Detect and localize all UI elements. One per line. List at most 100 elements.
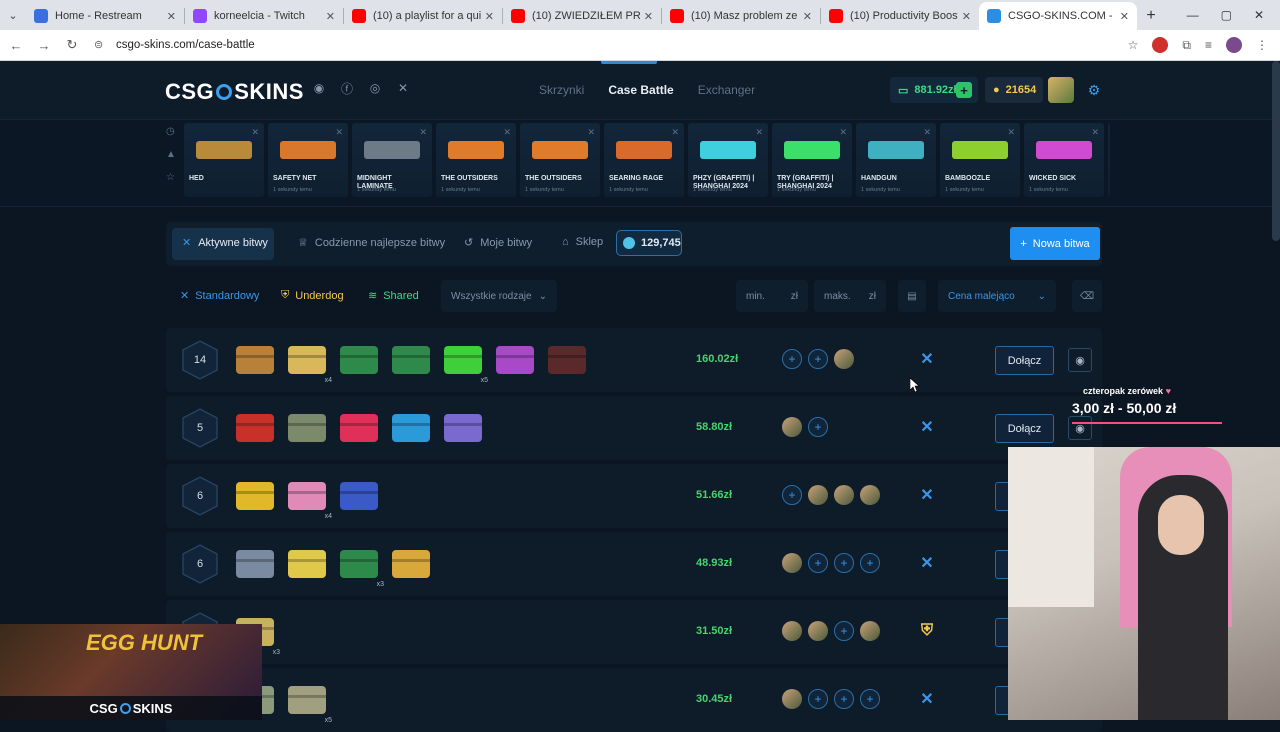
drop-card[interactable]: ✕ THE OUTSIDERS 1 sekundy temu — [520, 123, 600, 197]
close-tab-icon[interactable]: ✕ — [1120, 10, 1129, 23]
join-button[interactable]: Dołącz — [995, 346, 1054, 375]
coin-balance[interactable]: ● 21654 — [985, 77, 1043, 103]
tab-daily-best[interactable]: ♕ Codzienne najlepsze bitwy — [298, 236, 445, 250]
extension-icon[interactable] — [1152, 37, 1169, 53]
menu-dots-icon[interactable]: ⋮ — [1256, 38, 1268, 52]
facebook-icon[interactable]: ⓕ — [340, 81, 354, 96]
calendar-icon: ▤ — [907, 290, 917, 302]
filter-shared[interactable]: ≋ Shared — [368, 289, 419, 303]
filter-underdog[interactable]: ⛨ Underdog — [281, 289, 344, 302]
goal-progress-bar — [1072, 422, 1222, 424]
swords-icon: ✕ — [419, 127, 427, 137]
wallet-balance[interactable]: ▭ 881.92zł + — [890, 77, 978, 103]
join-slot-button[interactable]: + — [808, 553, 828, 573]
browser-tab[interactable]: (10) a playlist for a quiet m ✕ — [344, 2, 502, 30]
nav-case-battle[interactable]: Case Battle — [596, 83, 685, 97]
user-avatar[interactable] — [1048, 77, 1074, 103]
tab-shop[interactable]: ⌂ Sklep — [562, 236, 603, 248]
case-icon — [338, 410, 382, 446]
bookmark-star-icon[interactable]: ☆ — [1128, 38, 1139, 52]
discord-icon[interactable]: ◉ — [312, 81, 326, 95]
close-tab-icon[interactable]: ✕ — [167, 10, 176, 23]
join-slot-button[interactable]: + — [808, 349, 828, 369]
close-tab-icon[interactable]: ✕ — [803, 10, 812, 23]
profile-avatar[interactable] — [1226, 37, 1242, 53]
browser-tab[interactable]: Home - Restream ✕ — [26, 2, 184, 30]
drop-time: 1 sekundy temu — [945, 187, 984, 193]
tab-list-icon[interactable]: ⌄ — [0, 0, 26, 30]
filter-standard[interactable]: ✕ Standardowy — [180, 289, 259, 303]
forward-icon[interactable]: → — [32, 38, 56, 53]
browser-tab[interactable]: korneelcia - Twitch ✕ — [185, 2, 343, 30]
minimize-icon[interactable]: — — [1187, 8, 1199, 22]
drop-card[interactable]: ✕ MIDNIGHT LAMINATE 1 sekundy temu — [352, 123, 432, 197]
join-slot-button[interactable]: + — [834, 553, 854, 573]
case-icon — [390, 342, 434, 378]
puzzle-icon[interactable]: ⧉ — [1182, 38, 1191, 53]
drop-time: 1 sekundy temu — [777, 187, 816, 193]
drop-card[interactable]: ✕ ATHERIS 1 sekundy temu — [1108, 123, 1110, 197]
new-battle-button[interactable]: + Nowa bitwa — [1010, 227, 1100, 260]
egg-hunt-overlay: EGG HUNT CSG SKINS — [0, 624, 262, 720]
join-slot-button[interactable]: + — [834, 621, 854, 641]
instagram-icon[interactable]: ◎ — [368, 81, 382, 95]
drop-card[interactable]: ✕ THE OUTSIDERS 1 sekundy temu — [436, 123, 516, 197]
calendar-button[interactable]: ▤ — [898, 280, 926, 312]
close-tab-icon[interactable]: ✕ — [326, 10, 335, 23]
back-icon[interactable]: ← — [4, 38, 28, 53]
join-slot-button[interactable]: + — [782, 349, 802, 369]
nav-skrzynki[interactable]: Skrzynki — [527, 83, 596, 97]
site-info-icon[interactable]: ⊜ — [94, 38, 108, 52]
clock-icon[interactable]: ◷ — [166, 126, 180, 137]
drop-card[interactable]: ✕ SAFETY NET 1 sekundy temu — [268, 123, 348, 197]
join-slot-button[interactable]: + — [808, 417, 828, 437]
join-slot-button[interactable]: + — [808, 689, 828, 709]
drop-card[interactable]: ✕ WICKED SICK 1 sekundy temu — [1024, 123, 1104, 197]
gear-icon[interactable]: ⚙ — [1085, 81, 1103, 99]
sort-select[interactable]: Cena malejąco ⌄ — [938, 280, 1056, 312]
x-icon[interactable]: ✕ — [396, 81, 410, 95]
join-slot-button[interactable]: + — [834, 689, 854, 709]
logo-text-right: SKINS — [234, 79, 304, 104]
reload-icon[interactable]: ↻ — [60, 37, 84, 53]
close-tab-icon[interactable]: ✕ — [644, 10, 653, 23]
drop-card[interactable]: ✕ SEARING RAGE 1 sekundy temu — [604, 123, 684, 197]
browser-tab[interactable]: CSGO-SKINS.COM - Najlepsze ✕ — [979, 2, 1137, 30]
drop-card[interactable]: ✕ TRY (GRAFFITI) | SHANGHAI 2024 1 sekun… — [772, 123, 852, 197]
close-window-icon[interactable]: ✕ — [1254, 8, 1264, 22]
deposit-button[interactable]: + — [956, 82, 972, 98]
drops-list: ✕ HED ✕ SAFETY NET 1 sekundy temu ✕ MIDNI… — [184, 123, 1110, 197]
new-tab-button[interactable]: + — [1137, 2, 1165, 30]
join-slot-button[interactable]: + — [860, 553, 880, 573]
max-price-input[interactable]: maks. zł — [814, 280, 886, 312]
queue-icon[interactable]: ≡ — [1205, 38, 1212, 52]
join-slot-button[interactable]: + — [782, 485, 802, 505]
maximize-icon[interactable]: ▢ — [1221, 8, 1232, 22]
type-select[interactable]: Wszystkie rodzaje ⌄ — [441, 280, 557, 312]
gem-balance[interactable]: 129,745 — [616, 230, 682, 256]
browser-tab[interactable]: (10) Productivity Boost __ Lofi ✕ — [821, 2, 979, 30]
drop-card[interactable]: ✕ BAMBOOZLE 1 sekundy temu — [940, 123, 1020, 197]
join-button[interactable]: Dołącz — [995, 414, 1054, 443]
nav-exchanger[interactable]: Exchanger — [686, 83, 767, 97]
player-avatar — [834, 349, 854, 369]
tab-active-battles[interactable]: ✕ Aktywne bitwy — [182, 236, 268, 250]
eye-icon[interactable]: ◉ — [1068, 348, 1092, 372]
close-tab-icon[interactable]: ✕ — [962, 10, 971, 23]
close-tab-icon[interactable]: ✕ — [485, 10, 494, 23]
drop-card[interactable]: ✕ HANDGUN 1 sekundy temu — [856, 123, 936, 197]
min-price-input[interactable]: min. zł — [736, 280, 808, 312]
browser-tab[interactable]: (10) Masz problem ze snem? Te ✕ — [662, 2, 820, 30]
clear-filters-button[interactable]: ⌫ — [1072, 280, 1102, 312]
thumbs-up-icon[interactable]: ▲ — [166, 149, 180, 160]
browser-tab[interactable]: (10) ZWIEDZIŁEM PRAWDZIWE ✕ — [503, 2, 661, 30]
battle-filters: ✕ Standardowy ⛨ Underdog ≋ Shared Wszyst… — [166, 278, 1102, 314]
join-slot-button[interactable]: + — [860, 689, 880, 709]
site-logo[interactable]: CSG SKINS — [165, 79, 304, 105]
drop-card[interactable]: ✕ PHZY (GRAFFITI) | SHANGHAI 2024 1 seku… — [688, 123, 768, 197]
page-scrollbar[interactable] — [1272, 61, 1280, 241]
drop-card[interactable]: ✕ HED — [184, 123, 264, 197]
url-field[interactable]: ⊜ csgo-skins.com/case-battle — [94, 33, 1128, 57]
tab-my-battles[interactable]: ↺ Moje bitwy — [464, 236, 532, 250]
star-icon[interactable]: ☆ — [166, 172, 180, 183]
